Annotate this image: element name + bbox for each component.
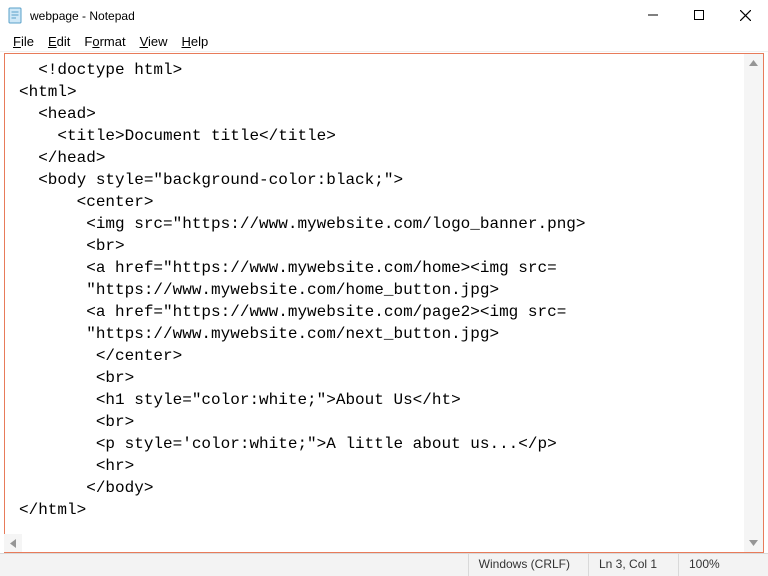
minimize-button[interactable]	[630, 0, 676, 30]
scroll-up-arrow-icon[interactable]	[744, 54, 763, 72]
menu-edit[interactable]: Edit	[41, 34, 77, 49]
vertical-scrollbar[interactable]	[744, 54, 763, 552]
status-bar: Windows (CRLF) Ln 3, Col 1 100%	[0, 553, 768, 576]
scroll-down-arrow-icon[interactable]	[744, 534, 763, 552]
menu-file[interactable]: File	[6, 34, 41, 49]
maximize-button[interactable]	[676, 0, 722, 30]
close-button[interactable]	[722, 0, 768, 30]
scroll-left-arrow-icon[interactable]	[4, 534, 22, 552]
menu-view[interactable]: View	[133, 34, 175, 49]
menu-bar: File Edit Format View Help	[0, 31, 768, 52]
status-zoom: 100%	[678, 554, 768, 576]
window-title: webpage - Notepad	[30, 9, 135, 23]
menu-help[interactable]: Help	[175, 34, 216, 49]
status-cursor-position: Ln 3, Col 1	[588, 554, 678, 576]
menu-format[interactable]: Format	[77, 34, 132, 49]
notepad-app-icon	[6, 7, 24, 25]
text-editor[interactable]: <!doctype html> <html> <head> <title>Doc…	[5, 54, 744, 552]
status-encoding: Windows (CRLF)	[468, 554, 588, 576]
